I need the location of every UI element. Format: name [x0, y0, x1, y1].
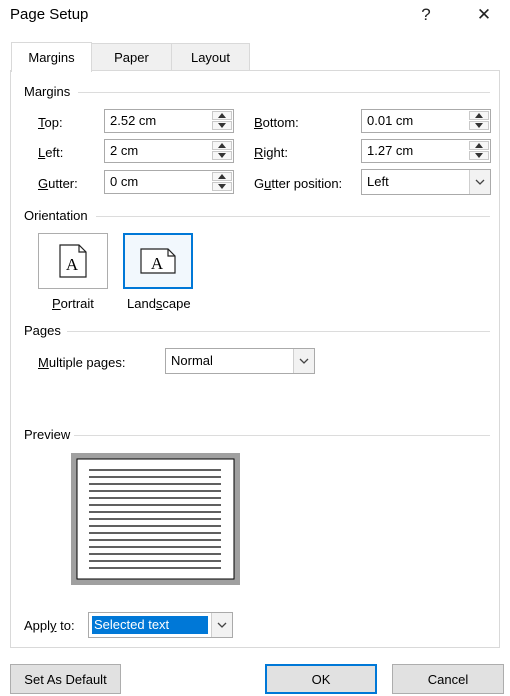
close-icon: ✕: [476, 5, 492, 24]
spin-up-icon[interactable]: [469, 141, 489, 150]
pages-section-label: Pages: [24, 323, 61, 338]
spin-down-icon[interactable]: [469, 121, 489, 130]
chevron-down-icon[interactable]: [211, 613, 232, 637]
portrait-page-icon: A: [59, 244, 87, 278]
preview-section-label: Preview: [24, 427, 71, 442]
chevron-down-icon[interactable]: [293, 349, 314, 373]
orientation-divider: [96, 216, 490, 217]
close-button[interactable]: ✕: [464, 2, 504, 28]
landscape-button[interactable]: A: [123, 233, 193, 289]
window-title: Page Setup: [10, 6, 89, 23]
spin-down-icon[interactable]: [212, 121, 232, 130]
svg-text:A: A: [66, 255, 79, 274]
tab-layout[interactable]: Layout: [171, 43, 250, 71]
chevron-down-icon[interactable]: [469, 170, 490, 194]
svg-text:A: A: [151, 254, 164, 273]
set-as-default-button[interactable]: Set As Default: [10, 664, 121, 694]
left-margin-spinner[interactable]: 2 cm: [104, 139, 234, 163]
pages-divider: [67, 331, 490, 332]
spin-up-icon[interactable]: [212, 172, 232, 181]
gutter-position-value: Left: [367, 174, 389, 189]
multiple-pages-label: Multiple pages:: [38, 355, 126, 370]
ok-button[interactable]: OK: [265, 664, 377, 694]
cancel-button[interactable]: Cancel: [392, 664, 504, 694]
portrait-label: Portrait: [52, 296, 94, 311]
left-label: Left:: [38, 145, 64, 160]
margins-divider: [78, 92, 490, 93]
top-label: Top:: [38, 115, 63, 130]
top-margin-spinner[interactable]: 2.52 cm: [104, 109, 234, 133]
help-button[interactable]: ?: [406, 2, 446, 28]
left-margin-value[interactable]: 2 cm: [110, 143, 138, 158]
preview-divider: [74, 435, 490, 436]
gutter-position-label: Gutter position:: [254, 176, 343, 191]
right-margin-spinner[interactable]: 1.27 cm: [361, 139, 491, 163]
gutter-value[interactable]: 0 cm: [110, 174, 138, 189]
spin-up-icon[interactable]: [212, 111, 232, 120]
portrait-button[interactable]: A: [38, 233, 108, 289]
right-margin-value[interactable]: 1.27 cm: [367, 143, 413, 158]
top-margin-value[interactable]: 2.52 cm: [110, 113, 156, 128]
preview-page-image: [76, 458, 235, 580]
gutter-spinner[interactable]: 0 cm: [104, 170, 234, 194]
orientation-section-label: Orientation: [24, 208, 88, 223]
tab-margins[interactable]: Margins: [11, 42, 92, 72]
spin-down-icon[interactable]: [212, 151, 232, 160]
bottom-label: Bottom:: [254, 115, 299, 130]
apply-to-value: Selected text: [94, 617, 170, 632]
landscape-label: Landscape: [127, 296, 191, 311]
spin-down-icon[interactable]: [212, 182, 232, 191]
margins-section-label: Margins: [24, 84, 71, 99]
multiple-pages-select[interactable]: Normal: [165, 348, 315, 374]
apply-to-select[interactable]: Selected text: [88, 612, 233, 638]
multiple-pages-value: Normal: [171, 353, 213, 368]
landscape-page-icon: A: [140, 248, 176, 274]
bottom-margin-spinner[interactable]: 0.01 cm: [361, 109, 491, 133]
bottom-margin-value[interactable]: 0.01 cm: [367, 113, 413, 128]
right-label: Right:: [254, 145, 288, 160]
preview-frame: [71, 453, 240, 585]
gutter-position-select[interactable]: Left: [361, 169, 491, 195]
gutter-label: Gutter:: [38, 176, 78, 191]
spin-down-icon[interactable]: [469, 151, 489, 160]
apply-to-label: Apply to:: [24, 618, 75, 633]
spin-up-icon[interactable]: [212, 141, 232, 150]
tab-paper[interactable]: Paper: [91, 43, 172, 71]
spin-up-icon[interactable]: [469, 111, 489, 120]
